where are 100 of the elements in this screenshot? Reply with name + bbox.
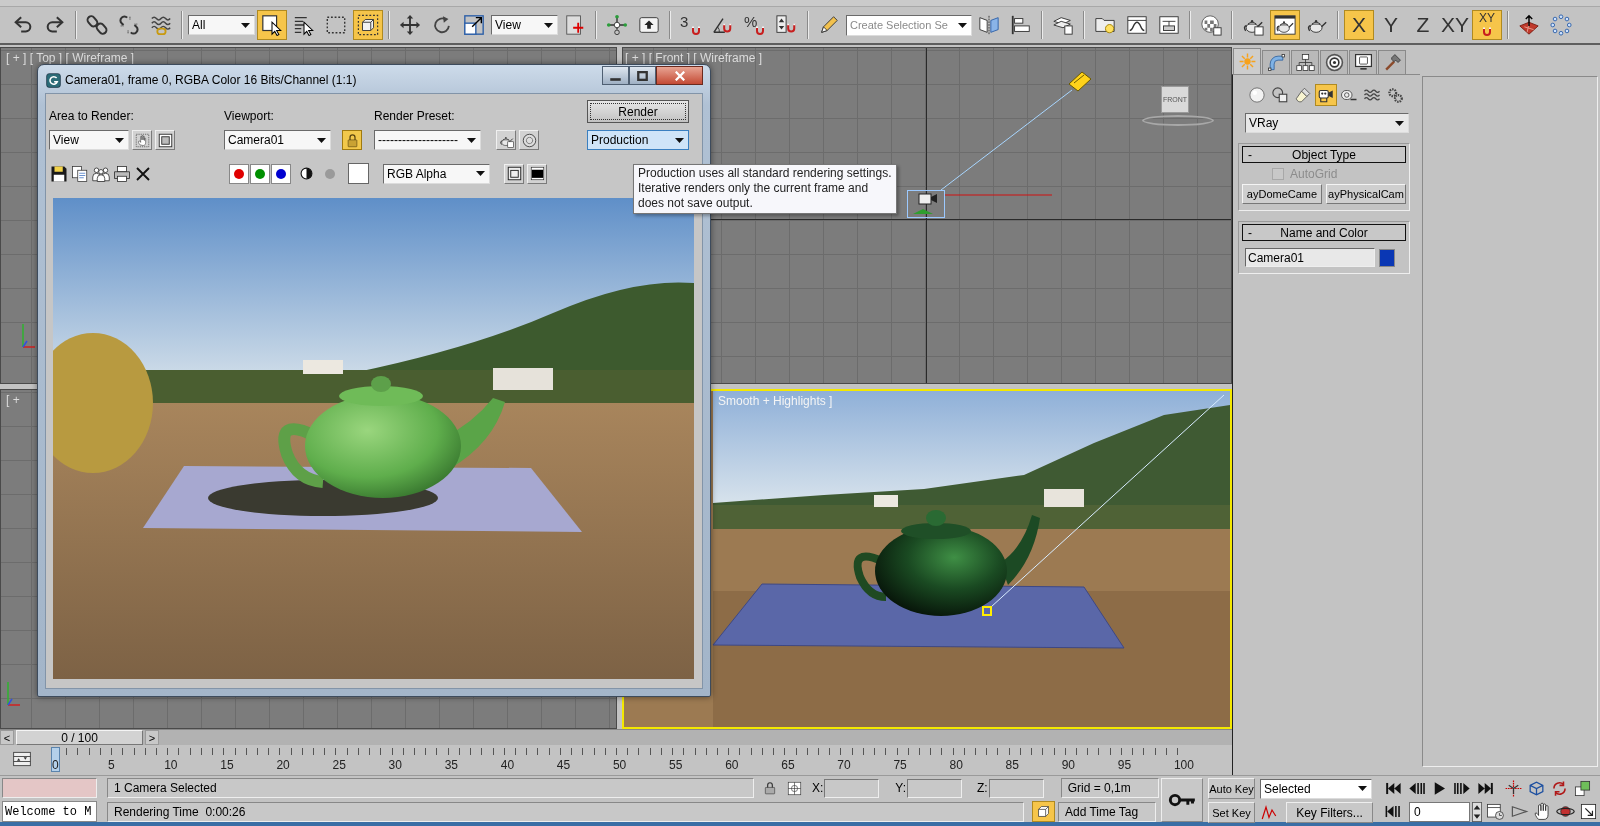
frame-field[interactable]: 0: [1409, 801, 1470, 822]
isolate-button[interactable]: [1032, 801, 1055, 822]
render-button[interactable]: Render: [587, 100, 689, 123]
coordinate-label: X:: [812, 781, 824, 795]
set-key-button[interactable]: Set Key: [1208, 802, 1255, 823]
wave-link-icon: [150, 14, 172, 36]
script-input-field[interactable]: [2, 778, 97, 798]
rollout-header[interactable]: - Object Type: [1242, 146, 1406, 163]
half-circle-icon[interactable]: [300, 167, 313, 180]
spinner-icon[interactable]: [1471, 801, 1483, 822]
camera-object-icon[interactable]: [907, 190, 945, 218]
display-tab[interactable]: [1349, 50, 1377, 74]
channel-button[interactable]: [271, 163, 291, 184]
dropdown[interactable]: Selected: [1260, 778, 1372, 799]
close-button[interactable]: [656, 66, 703, 85]
cross-icon[interactable]: [134, 164, 152, 183]
coordinate-field[interactable]: [824, 778, 880, 798]
teapot-model[interactable]: [853, 510, 1040, 616]
dropdown[interactable]: View: [49, 130, 129, 150]
axis-button[interactable]: XY: [1472, 10, 1502, 40]
key-filters-button[interactable]: Key Filters...: [1286, 802, 1373, 823]
frame-number: 50: [612, 758, 627, 772]
zigzag-icon[interactable]: [1260, 803, 1278, 822]
wire-cube-icon[interactable]: [1527, 778, 1546, 798]
cameras-button[interactable]: [1315, 84, 1337, 106]
selection-set-field[interactable]: Create Selection Se: [850, 17, 956, 33]
hierarchy-icon: [1295, 53, 1315, 72]
node-icon: [606, 14, 628, 36]
channel-button[interactable]: [229, 163, 249, 184]
dropdown[interactable]: Production: [587, 130, 689, 150]
axis-button[interactable]: Z: [1408, 10, 1438, 40]
maximize-button[interactable]: [629, 66, 656, 85]
layers-icon: [1052, 14, 1074, 36]
select-button[interactable]: [257, 10, 287, 40]
time-tag-button[interactable]: Add Time Tag: [1058, 801, 1156, 822]
hierarchy-tab[interactable]: [1291, 50, 1319, 74]
window-title: Camera01, frame 0, RGBA Color 16 Bits/Channel (1:1): [65, 73, 358, 87]
environment-button[interactable]: [519, 130, 539, 150]
lock-button[interactable]: [342, 130, 362, 150]
swatch-icon[interactable]: [348, 163, 369, 184]
track-bar-icon[interactable]: [12, 749, 32, 769]
time-slider-track[interactable]: < 0 / 100 >: [0, 729, 1232, 745]
motion-tab[interactable]: [1320, 50, 1348, 74]
key-button[interactable]: [1161, 778, 1203, 822]
hand-box-icon: [134, 132, 150, 148]
dot-icon[interactable]: [324, 167, 336, 180]
dropdown[interactable]: All: [188, 15, 255, 35]
camera-target-icon[interactable]: [1068, 71, 1092, 92]
shapes-icon: [1271, 86, 1289, 104]
frame-number: 90: [1061, 758, 1076, 772]
dropdown[interactable]: Camera01: [224, 130, 331, 150]
dropdown[interactable]: VRay: [1245, 113, 1409, 133]
dropdown[interactable]: View: [491, 15, 558, 35]
frame-number: 10: [164, 758, 178, 772]
axis-button[interactable]: XY: [1440, 10, 1470, 40]
auto-key-button[interactable]: Auto Key: [1208, 778, 1255, 799]
name-field[interactable]: Camera01: [1245, 248, 1375, 267]
display-button[interactable]: [527, 163, 547, 184]
selection-set-dropdown[interactable]: Create Selection Se: [846, 14, 972, 36]
display-button[interactable]: [504, 163, 524, 184]
dropdown[interactable]: RGB Alpha: [383, 163, 490, 184]
frame-marker[interactable]: [51, 747, 60, 772]
minimize-button[interactable]: [602, 66, 629, 85]
time-slider-thumb[interactable]: 0 / 100: [16, 730, 143, 745]
script-output-field[interactable]: Welcome to M: [2, 801, 97, 822]
previous-frame-button[interactable]: <: [0, 730, 14, 745]
copy-icon[interactable]: [71, 164, 89, 183]
crosshair-box-icon[interactable]: [787, 780, 802, 796]
utilities-tab[interactable]: [1378, 50, 1406, 74]
people-icon[interactable]: [92, 164, 110, 183]
object-button[interactable]: ayDomeCame: [1242, 184, 1322, 204]
axis-button[interactable]: Y: [1376, 10, 1406, 40]
axis-button[interactable]: X: [1344, 10, 1374, 40]
coordinate-field[interactable]: [907, 778, 963, 798]
snap-button[interactable]: 3: [676, 10, 706, 40]
auto-region-button[interactable]: [155, 130, 175, 150]
dropdown[interactable]: --------------------: [374, 130, 481, 150]
window-crossing-button[interactable]: [353, 10, 383, 40]
caret-icon: [317, 137, 326, 143]
object-button[interactable]: ayPhysicalCam: [1326, 184, 1406, 204]
frame-window-button[interactable]: [1270, 10, 1300, 40]
rollout-header[interactable]: - Name and Color: [1242, 224, 1406, 241]
printer-icon[interactable]: [113, 164, 131, 183]
coordinate-field[interactable]: [988, 778, 1044, 798]
preset-button[interactable]: [496, 130, 516, 150]
padlock-icon[interactable]: [763, 780, 777, 796]
sun-icon: [1237, 52, 1257, 71]
time-config-icon[interactable]: [1486, 802, 1505, 822]
dial-icon: [521, 132, 537, 148]
hand-icon[interactable]: [1533, 802, 1552, 822]
next-frame-button[interactable]: >: [145, 730, 159, 745]
orbit-arrows-icon[interactable]: [1550, 778, 1569, 798]
edit-region-button[interactable]: [132, 130, 152, 150]
caret-icon: [241, 22, 250, 28]
axis-cross-icon[interactable]: [1504, 778, 1523, 798]
swatch-icon[interactable]: [1379, 248, 1395, 267]
maximize-icon[interactable]: [1579, 802, 1598, 822]
field-label: Render Preset:: [374, 109, 456, 123]
percent-snap-button[interactable]: %: [740, 10, 770, 40]
stacked-boxes-icon[interactable]: [1573, 778, 1592, 798]
